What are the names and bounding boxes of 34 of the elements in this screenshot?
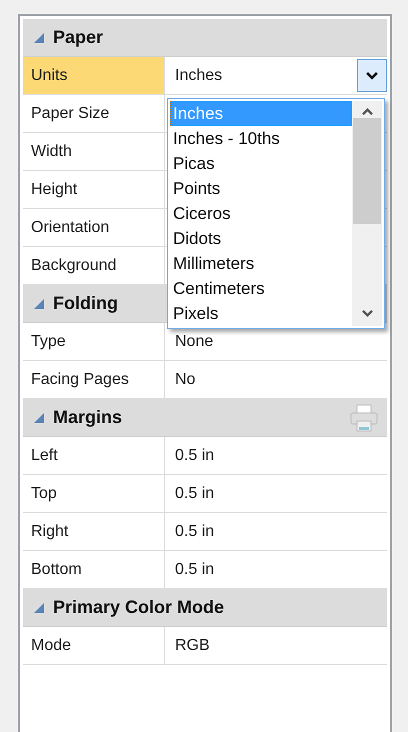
dropdown-option[interactable]: Inches - 10ths bbox=[170, 126, 352, 151]
dropdown-option[interactable]: Millimeters bbox=[170, 251, 352, 276]
property-value[interactable]: 0.5 in bbox=[175, 446, 214, 464]
property-label[interactable]: Units bbox=[23, 57, 165, 94]
section-header[interactable]: Margins bbox=[23, 399, 387, 437]
printer-icon[interactable] bbox=[349, 404, 379, 432]
property-value[interactable]: No bbox=[175, 370, 196, 388]
scrollbar-thumb[interactable] bbox=[353, 118, 381, 224]
section-header[interactable]: Paper bbox=[23, 19, 387, 57]
property-value[interactable]: 0.5 in bbox=[175, 522, 214, 540]
property-value[interactable]: RGB bbox=[175, 636, 210, 654]
property-value[interactable]: None bbox=[175, 332, 214, 350]
section-title: Primary Color Mode bbox=[53, 597, 224, 618]
scrollbar[interactable] bbox=[352, 101, 382, 326]
chevron-down-icon[interactable] bbox=[365, 70, 379, 80]
collapse-triangle-icon[interactable] bbox=[33, 602, 45, 614]
property-value[interactable]: 0.5 in bbox=[175, 484, 214, 502]
collapse-triangle-icon[interactable] bbox=[33, 32, 45, 44]
dropdown-option[interactable]: Didots bbox=[170, 226, 352, 251]
dropdown-option[interactable]: Points bbox=[170, 176, 352, 201]
dropdown-option[interactable]: Centimeters bbox=[170, 276, 352, 301]
dropdown-option[interactable]: Ciceros bbox=[170, 201, 352, 226]
section-title: Margins bbox=[53, 407, 122, 428]
property-value[interactable]: 0.5 in bbox=[175, 560, 214, 578]
section-header[interactable]: Primary Color Mode bbox=[23, 589, 387, 627]
collapse-triangle-icon[interactable] bbox=[33, 298, 45, 310]
collapse-triangle-icon[interactable] bbox=[33, 412, 45, 424]
dropdown-button[interactable] bbox=[357, 59, 387, 92]
dropdown-option[interactable]: Pixels bbox=[170, 301, 352, 326]
dropdown-option[interactable]: Picas bbox=[170, 151, 352, 176]
scroll-down-icon[interactable] bbox=[360, 308, 374, 318]
section-title: Folding bbox=[53, 293, 118, 314]
section-title: Paper bbox=[53, 27, 104, 48]
scroll-up-icon[interactable] bbox=[360, 107, 374, 116]
